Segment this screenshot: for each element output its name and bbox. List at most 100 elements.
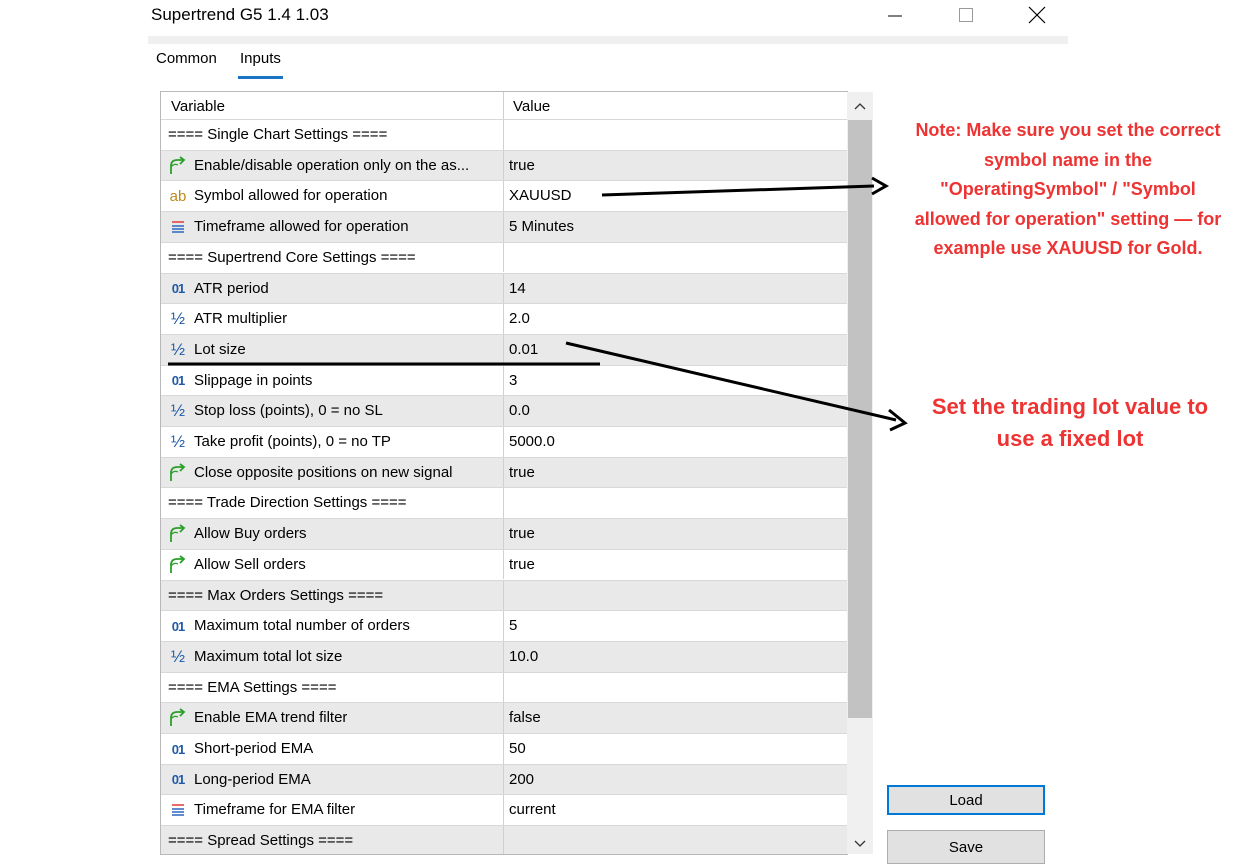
table-row[interactable]: 01 Short-period EMA 50 bbox=[161, 733, 848, 764]
table-row[interactable]: ½ Lot size 0.01 bbox=[161, 333, 848, 365]
section-header-row[interactable]: ==== Max Orders Settings ==== bbox=[161, 579, 848, 611]
table-row[interactable]: Timeframe allowed for operation 5 Minutes bbox=[161, 211, 848, 242]
table-row[interactable]: Allow Buy orders true bbox=[161, 518, 848, 549]
row-value[interactable]: 200 bbox=[509, 771, 534, 788]
row-variable-name: Lot size bbox=[194, 340, 246, 358]
bool-arrow-icon bbox=[168, 462, 188, 483]
bool-arrow-icon bbox=[168, 555, 188, 575]
row-value[interactable]: true bbox=[509, 556, 535, 573]
row-value[interactable]: 5000.0 bbox=[509, 433, 555, 450]
table-row[interactable]: Allow Sell orders true bbox=[161, 548, 848, 580]
row-value[interactable]: 5 bbox=[509, 617, 517, 634]
column-divider bbox=[503, 672, 504, 703]
close-button[interactable] bbox=[1014, 0, 1060, 30]
section-header-row[interactable]: ==== Spread Settings ==== bbox=[161, 825, 848, 854]
table-header: Variable Value bbox=[161, 92, 848, 119]
table-row[interactable]: 01 ATR period 14 bbox=[161, 272, 848, 304]
row-value[interactable]: 5 Minutes bbox=[509, 218, 574, 235]
section-header-row[interactable]: ==== Trade Direction Settings ==== bbox=[161, 487, 848, 519]
table-row[interactable]: ½ Take profit (points), 0 = no TP 5000.0 bbox=[161, 426, 848, 457]
scroll-up-button[interactable] bbox=[847, 92, 873, 120]
column-divider bbox=[503, 304, 504, 334]
column-header-variable[interactable]: Variable bbox=[171, 98, 225, 115]
minimize-button[interactable] bbox=[872, 0, 918, 30]
section-header-row[interactable]: ==== Supertrend Core Settings ==== bbox=[161, 241, 848, 273]
row-value[interactable]: true bbox=[509, 464, 535, 481]
table-row[interactable]: ½ ATR multiplier 2.0 bbox=[161, 303, 848, 334]
column-divider bbox=[503, 427, 504, 457]
column-divider bbox=[503, 580, 504, 611]
load-button[interactable]: Load bbox=[887, 785, 1045, 815]
integer-icon: 01 bbox=[171, 373, 185, 389]
table-row[interactable]: ½ Stop loss (points), 0 = no SL 0.0 bbox=[161, 395, 848, 426]
maximize-icon bbox=[959, 8, 973, 22]
table-row[interactable]: Close opposite positions on new signal tr… bbox=[161, 456, 848, 488]
row-value[interactable]: true bbox=[509, 525, 535, 542]
save-button[interactable]: Save bbox=[887, 830, 1045, 864]
fraction-icon: ½ bbox=[170, 339, 186, 359]
minimize-icon bbox=[888, 15, 902, 17]
dialog-top-strip bbox=[148, 36, 1068, 44]
section-header-row[interactable]: ==== EMA Settings ==== bbox=[161, 671, 848, 703]
row-variable-name: Slippage in points bbox=[194, 371, 313, 389]
column-divider bbox=[503, 764, 504, 795]
table-row[interactable]: 01 Slippage in points 3 bbox=[161, 364, 848, 396]
table-row[interactable]: ½ Maximum total lot size 10.0 bbox=[161, 640, 848, 672]
row-variable-name: ==== Supertrend Core Settings ==== bbox=[168, 248, 416, 266]
vertical-scrollbar[interactable] bbox=[847, 92, 873, 854]
row-variable-name: Take profit (points), 0 = no TP bbox=[194, 433, 391, 450]
table-row[interactable]: 01 Long-period EMA 200 bbox=[161, 763, 848, 795]
row-variable-name: ==== Single Chart Settings ==== bbox=[168, 126, 388, 143]
column-divider bbox=[503, 212, 504, 242]
row-value[interactable]: true bbox=[509, 157, 535, 174]
tab-inputs[interactable]: Inputs bbox=[238, 50, 283, 79]
chevron-up-icon bbox=[854, 103, 866, 110]
table-row[interactable]: Enable/disable operation only on the as.… bbox=[161, 149, 848, 181]
column-header-value[interactable]: Value bbox=[513, 98, 550, 115]
annotation-line: use a fixed lot bbox=[996, 426, 1144, 451]
column-divider bbox=[503, 734, 504, 764]
row-value[interactable]: current bbox=[509, 801, 556, 818]
table-row[interactable]: 01 Maximum total number of orders 5 bbox=[161, 610, 848, 641]
row-variable-name: ==== Trade Direction Settings ==== bbox=[168, 494, 407, 512]
tab-common[interactable]: Common bbox=[156, 50, 217, 67]
window-title: Supertrend G5 1.4 1.03 bbox=[151, 5, 329, 24]
scrollbar-thumb[interactable] bbox=[848, 120, 872, 718]
table-row[interactable]: ab Symbol allowed for operation XAUUSD bbox=[161, 180, 848, 212]
row-variable-name: ==== Max Orders Settings ==== bbox=[168, 586, 384, 604]
fraction-icon: ½ bbox=[170, 401, 186, 421]
scroll-down-button[interactable] bbox=[847, 840, 873, 854]
row-variable-name: ATR multiplier bbox=[194, 310, 288, 328]
row-value[interactable]: false bbox=[509, 709, 541, 726]
row-value[interactable]: 2.0 bbox=[509, 310, 530, 327]
fraction-icon: ½ bbox=[170, 309, 186, 329]
row-variable-name: Short-period EMA bbox=[194, 740, 314, 757]
enum-list-icon bbox=[168, 800, 188, 820]
inputs-table: Variable Value ==== Single Chart Setting… bbox=[160, 91, 848, 855]
column-divider[interactable] bbox=[503, 92, 504, 119]
column-divider bbox=[503, 549, 504, 580]
table-row[interactable]: Timeframe for EMA filter current bbox=[161, 794, 848, 826]
row-value[interactable]: 50 bbox=[509, 740, 526, 757]
column-divider bbox=[503, 120, 504, 150]
row-value[interactable]: 0.01 bbox=[509, 341, 538, 358]
annotation-lot-note: Set the trading lot value to use a fixed… bbox=[905, 391, 1235, 455]
column-divider bbox=[503, 150, 504, 181]
row-value[interactable]: XAUUSD bbox=[509, 187, 572, 204]
row-variable-name: Stop loss (points), 0 = no SL bbox=[194, 402, 383, 420]
fraction-icon: ½ bbox=[170, 432, 186, 451]
symbol-arrow-head bbox=[871, 176, 890, 196]
row-value[interactable]: 0.0 bbox=[509, 402, 530, 419]
row-value[interactable]: 14 bbox=[509, 280, 526, 297]
section-header-row[interactable]: ==== Single Chart Settings ==== bbox=[161, 119, 848, 150]
row-variable-name: Long-period EMA bbox=[194, 770, 311, 788]
row-value[interactable]: 3 bbox=[509, 372, 517, 389]
column-divider bbox=[503, 795, 504, 826]
maximize-button[interactable] bbox=[943, 0, 989, 30]
row-value[interactable]: 10.0 bbox=[509, 648, 538, 665]
column-divider bbox=[503, 273, 504, 304]
column-divider bbox=[503, 703, 504, 733]
table-row[interactable]: Enable EMA trend filter false bbox=[161, 702, 848, 733]
row-variable-name: Timeframe allowed for operation bbox=[194, 218, 409, 236]
column-divider bbox=[503, 519, 504, 549]
